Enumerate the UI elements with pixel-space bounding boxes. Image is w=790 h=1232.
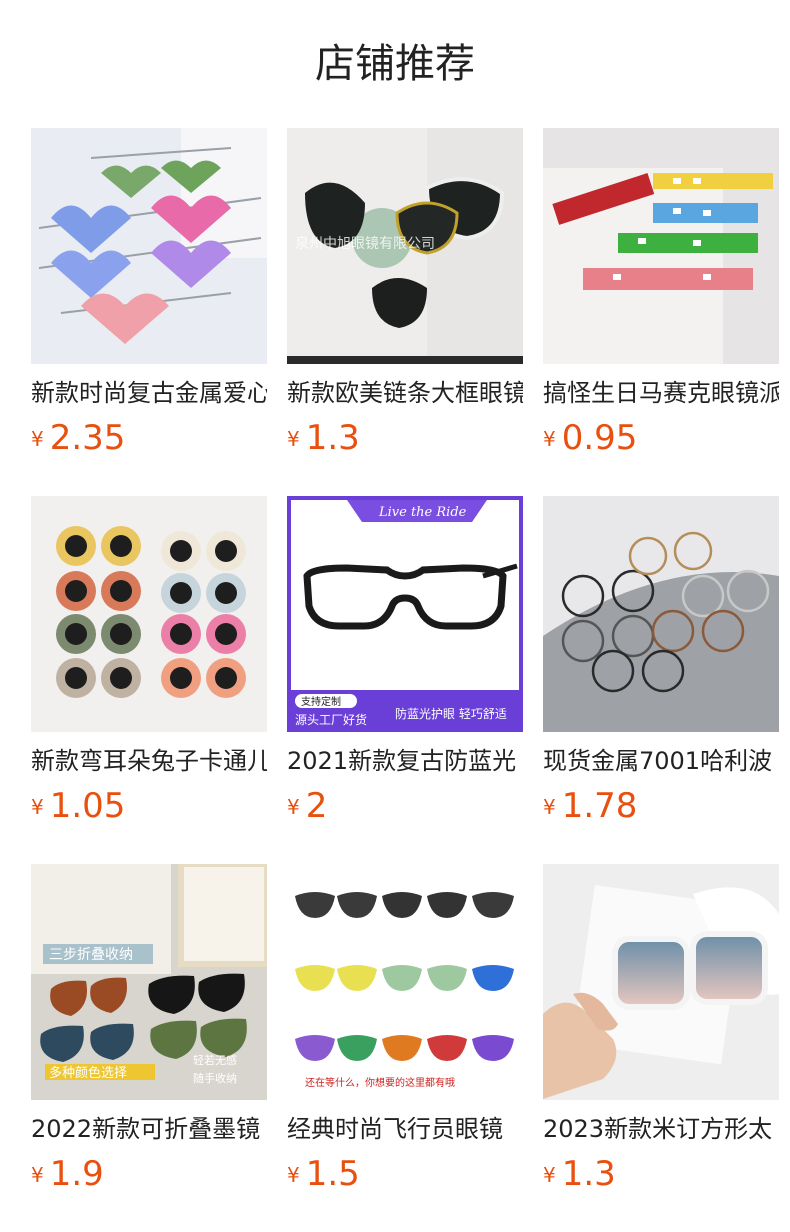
product-image-bunny-sunglasses[interactable] (31, 496, 267, 732)
currency-symbol: ¥ (31, 1163, 44, 1187)
product-price: ¥1.9 (31, 1152, 267, 1196)
price-value: 1.3 (305, 418, 360, 458)
svg-text:随手收纳: 随手收纳 (193, 1071, 237, 1085)
product-title[interactable]: 搞怪生日马赛克眼镜派 (543, 376, 779, 410)
product-image-heart-sunglasses[interactable] (31, 128, 267, 364)
product-image-square-sunglasses[interactable] (543, 864, 779, 1100)
product-card[interactable]: 2023新款米订方形太 ¥1.3 (543, 864, 779, 1194)
product-title[interactable]: 2021新款复古防蓝光 (287, 744, 523, 778)
product-title[interactable]: 新款弯耳朵兔子卡通儿 (31, 744, 267, 778)
product-card[interactable]: 三步折叠收纳 多种颜色选择 轻若无感 随手收纳 2022新款可折叠墨镜 ¥1.9 (31, 864, 267, 1194)
svg-text:Live the Ride: Live the Ride (378, 505, 467, 520)
price-value: 0.95 (561, 418, 638, 458)
product-card[interactable]: Live the Ride 支持定制 源头工厂好货 防蓝光护眼 轻巧舒适 202… (287, 496, 523, 826)
product-price: ¥1.3 (543, 1152, 779, 1196)
product-price: ¥1.5 (287, 1152, 523, 1196)
product-image-foldable-sunglasses[interactable]: 三步折叠收纳 多种颜色选择 轻若无感 随手收纳 (31, 864, 267, 1100)
product-card[interactable]: 搞怪生日马赛克眼镜派 ¥0.95 (543, 128, 779, 458)
product-image-aviator-sunglasses[interactable]: 还在等什么，你想要的这里都有哦 (287, 864, 523, 1100)
product-card[interactable]: 泉州中旭眼镜有限公司 新款欧美链条大框眼镜 ¥1.3 (287, 128, 523, 458)
product-grid: 新款时尚复古金属爱心 ¥2.35 泉州中旭眼镜有限公司 新款欧美链条大框眼镜 ¥… (31, 128, 779, 1194)
currency-symbol: ¥ (543, 1163, 556, 1187)
product-price: ¥1.78 (543, 784, 779, 828)
price-value: 1.78 (561, 786, 638, 826)
svg-text:源头工厂好货: 源头工厂好货 (295, 712, 367, 727)
svg-text:还在等什么，你想要的这里都有哦: 还在等什么，你想要的这里都有哦 (305, 1076, 455, 1089)
product-price: ¥1.05 (31, 784, 267, 828)
product-card[interactable]: 新款时尚复古金属爱心 ¥2.35 (31, 128, 267, 458)
product-card[interactable]: 现货金属7001哈利波 ¥1.78 (543, 496, 779, 826)
currency-symbol: ¥ (287, 427, 300, 451)
svg-text:三步折叠收纳: 三步折叠收纳 (49, 947, 133, 963)
product-image-chain-sunglasses[interactable]: 泉州中旭眼镜有限公司 (287, 128, 523, 364)
svg-text:防蓝光护眼 轻巧舒适: 防蓝光护眼 轻巧舒适 (395, 706, 507, 721)
product-image-round-metal-glasses[interactable] (543, 496, 779, 732)
product-title[interactable]: 2022新款可折叠墨镜 (31, 1112, 267, 1146)
product-title[interactable]: 新款时尚复古金属爱心 (31, 376, 267, 410)
product-title[interactable]: 新款欧美链条大框眼镜 (287, 376, 523, 410)
currency-symbol: ¥ (31, 427, 44, 451)
product-title[interactable]: 2023新款米订方形太 (543, 1112, 779, 1146)
price-value: 2.35 (49, 418, 126, 458)
product-card[interactable]: 新款弯耳朵兔子卡通儿 ¥1.05 (31, 496, 267, 826)
product-price: ¥2.35 (31, 416, 267, 460)
page-title: 店铺推荐 (315, 41, 475, 87)
currency-symbol: ¥ (543, 795, 556, 819)
product-price: ¥0.95 (543, 416, 779, 460)
svg-text:泉州中旭眼镜有限公司: 泉州中旭眼镜有限公司 (295, 235, 435, 252)
currency-symbol: ¥ (543, 427, 556, 451)
price-value: 2 (305, 786, 328, 826)
product-card[interactable]: 还在等什么，你想要的这里都有哦 经典时尚飞行员眼镜 ¥1.5 (287, 864, 523, 1194)
currency-symbol: ¥ (287, 1163, 300, 1187)
price-value: 1.05 (49, 786, 126, 826)
product-title[interactable]: 现货金属7001哈利波 (543, 744, 779, 778)
price-value: 1.9 (49, 1154, 104, 1194)
currency-symbol: ¥ (31, 795, 44, 819)
product-image-pixel-glasses[interactable] (543, 128, 779, 364)
svg-text:支持定制: 支持定制 (301, 695, 341, 708)
currency-symbol: ¥ (287, 795, 300, 819)
product-price: ¥2 (287, 784, 523, 828)
svg-text:多种颜色选择: 多种颜色选择 (49, 1065, 127, 1081)
product-title[interactable]: 经典时尚飞行员眼镜 (287, 1112, 523, 1146)
price-value: 1.5 (305, 1154, 360, 1194)
product-price: ¥1.3 (287, 416, 523, 460)
price-value: 1.3 (561, 1154, 616, 1194)
product-image-blue-light-glasses[interactable]: Live the Ride 支持定制 源头工厂好货 防蓝光护眼 轻巧舒适 (287, 496, 523, 732)
svg-text:轻若无感: 轻若无感 (193, 1053, 237, 1067)
